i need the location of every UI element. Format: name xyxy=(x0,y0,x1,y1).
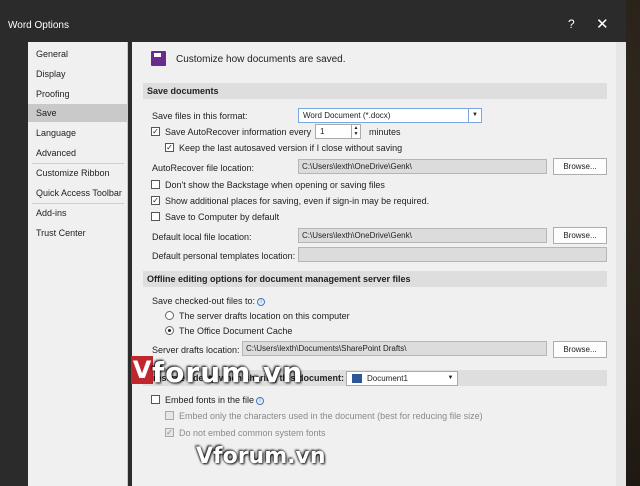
window-title: Word Options xyxy=(8,20,69,31)
default-local-label: Default local file location: xyxy=(152,232,252,242)
checked-out-label-text: Save checked-out files to: xyxy=(152,296,256,306)
word-document-icon xyxy=(352,374,362,383)
autorecover-minutes-stepper[interactable]: 1 ▲ ▼ xyxy=(315,124,361,139)
format-label: Save files in this format: xyxy=(152,111,248,121)
server-drafts-option-label: The server drafts location on this compu… xyxy=(179,311,350,321)
autorecover-minutes-value: 1 xyxy=(320,127,325,136)
personal-templates-label: Default personal templates location: xyxy=(152,251,296,261)
nav-item-display[interactable]: Display xyxy=(28,65,128,83)
autorecover-label: Save AutoRecover information every xyxy=(165,127,312,137)
nav-item-advanced[interactable]: Advanced xyxy=(28,144,128,162)
fidelity-document-value: Document1 xyxy=(367,374,408,383)
default-local-field[interactable]: C:\Users\lexth\OneDrive\Genk\ xyxy=(298,228,547,243)
embed-fonts-label-text: Embed fonts in the file xyxy=(165,395,255,405)
nav-item-trust-center[interactable]: Trust Center xyxy=(28,224,128,242)
options-nav: General Display Proofing Save Language A… xyxy=(28,42,128,486)
word-options-dialog: Word Options ? ✕ General Display Proofin… xyxy=(0,0,626,486)
nav-item-proofing[interactable]: Proofing xyxy=(28,85,128,103)
additional-places-label: Show additional places for saving, even … xyxy=(165,196,430,206)
radio-server-drafts[interactable] xyxy=(165,311,174,320)
no-common-fonts-label: Do not embed common system fonts xyxy=(179,428,326,438)
embed-fonts-checkbox[interactable] xyxy=(151,395,160,404)
checked-out-label: Save checked-out files to: i xyxy=(152,296,266,306)
server-drafts-browse-button[interactable]: Browse... xyxy=(553,341,607,358)
nav-item-save[interactable]: Save xyxy=(28,104,128,122)
section-offline-editing: Offline editing options for document man… xyxy=(143,271,607,287)
no-common-fonts-checkbox[interactable]: ✓ xyxy=(165,428,174,437)
save-to-computer-label: Save to Computer by default xyxy=(165,212,280,222)
save-floppy-icon xyxy=(151,51,166,66)
save-format-dropdown[interactable]: Word Document (*.docx) ▼ xyxy=(298,108,482,123)
help-button[interactable]: ? xyxy=(568,17,575,31)
save-format-value: Word Document (*.docx) xyxy=(303,111,391,120)
watermark-logo: V xyxy=(131,356,153,384)
embed-only-characters-checkbox[interactable] xyxy=(165,411,174,420)
page-title: Customize how documents are saved. xyxy=(176,54,346,65)
nav-item-add-ins[interactable]: Add-ins xyxy=(28,204,128,222)
fidelity-document-dropdown[interactable]: Document1 ▼ xyxy=(346,371,458,386)
save-to-computer-checkbox[interactable] xyxy=(151,212,160,221)
stepper-arrows-icon[interactable]: ▲ ▼ xyxy=(351,125,360,138)
title-bar: Word Options ? ✕ xyxy=(0,0,626,40)
watermark-text: forum.vn xyxy=(152,356,304,389)
radio-office-cache[interactable] xyxy=(165,326,174,335)
server-drafts-location-label: Server drafts location: xyxy=(152,345,240,355)
autorecover-checkbox[interactable]: ✓ xyxy=(151,127,160,136)
watermark-text-secondary: Vforum.vn xyxy=(196,444,326,469)
embed-only-characters-label: Embed only the characters used in the do… xyxy=(179,411,483,421)
backstage-label: Don't show the Backstage when opening or… xyxy=(165,180,385,190)
minutes-label: minutes xyxy=(369,127,401,137)
server-drafts-location-field[interactable]: C:\Users\lexth\Documents\SharePoint Draf… xyxy=(242,341,547,356)
backstage-checkbox[interactable] xyxy=(151,180,160,189)
autorecover-browse-button[interactable]: Browse... xyxy=(553,158,607,175)
info-icon: i xyxy=(257,298,266,306)
nav-item-quick-access-toolbar[interactable]: Quick Access Toolbar xyxy=(28,184,128,202)
nav-item-general[interactable]: General xyxy=(28,45,128,63)
personal-templates-field[interactable] xyxy=(298,247,607,262)
section-save-documents: Save documents xyxy=(143,83,607,99)
additional-places-checkbox[interactable]: ✓ xyxy=(151,196,160,205)
chevron-down-icon: ▼ xyxy=(447,375,454,381)
chevron-down-icon: ▼ xyxy=(468,109,481,122)
close-button[interactable]: ✕ xyxy=(596,15,609,33)
save-options-panel: Customize how documents are saved. Save … xyxy=(132,42,616,486)
office-cache-option-label: The Office Document Cache xyxy=(179,326,293,336)
keep-last-version-label: Keep the last autosaved version if I clo… xyxy=(179,143,403,153)
embed-fonts-label: Embed fonts in the file i xyxy=(165,395,265,405)
default-local-browse-button[interactable]: Browse... xyxy=(553,227,607,244)
vertical-scrollbar[interactable] xyxy=(616,42,626,486)
autorecover-location-field[interactable]: C:\Users\lexth\OneDrive\Genk\ xyxy=(298,159,547,174)
autorecover-location-label: AutoRecover file location: xyxy=(152,163,255,173)
nav-item-customize-ribbon[interactable]: Customize Ribbon xyxy=(28,164,128,182)
nav-item-language[interactable]: Language xyxy=(28,124,128,142)
info-icon: i xyxy=(256,397,265,405)
keep-last-version-checkbox[interactable]: ✓ xyxy=(165,143,174,152)
